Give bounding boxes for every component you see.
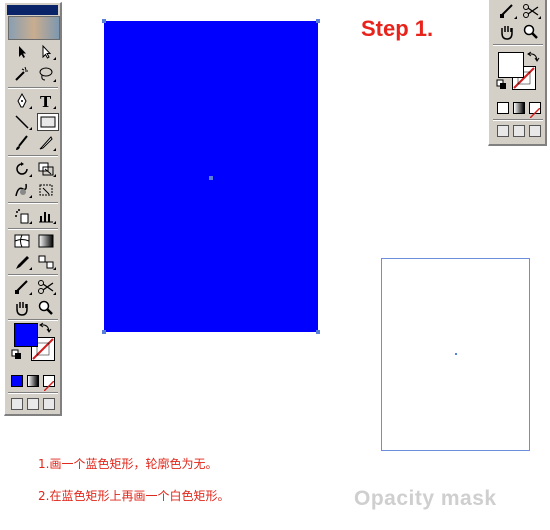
- zoom-icon[interactable]: [35, 299, 57, 317]
- selection-handle[interactable]: [102, 330, 106, 334]
- hand-icon[interactable]: [496, 23, 518, 41]
- swap-arrow-icon[interactable]: [527, 51, 541, 63]
- divider: [8, 274, 58, 276]
- warp-icon[interactable]: [11, 181, 33, 199]
- fill-swatch[interactable]: [498, 52, 524, 78]
- gradient-mode-button[interactable]: [513, 102, 525, 114]
- pen-icon[interactable]: [11, 92, 33, 110]
- standard-screen-mode-button[interactable]: [497, 125, 509, 137]
- rectangle-tool[interactable]: [37, 113, 59, 131]
- line-icon[interactable]: [11, 113, 33, 131]
- full-screen-mode-button[interactable]: [529, 125, 541, 137]
- slice-icon[interactable]: [496, 2, 518, 20]
- scissors-icon[interactable]: [35, 278, 57, 296]
- direct-selection-tool[interactable]: [35, 43, 57, 61]
- default-colors-icon[interactable]: [496, 79, 508, 91]
- none-mode-button[interactable]: [529, 102, 541, 119]
- full-screen-menu-mode-button[interactable]: [513, 125, 525, 137]
- blend-icon[interactable]: [35, 253, 57, 271]
- eyedropper-icon[interactable]: [11, 253, 33, 271]
- divider: [493, 44, 543, 46]
- tools-panel-floating: [488, 0, 547, 146]
- full-screen-menu-mode-button[interactable]: [27, 398, 39, 410]
- column-graph-icon[interactable]: [35, 207, 57, 225]
- center-point: [209, 176, 213, 180]
- free-transform-icon[interactable]: [35, 181, 57, 199]
- mesh-icon[interactable]: [11, 232, 33, 250]
- default-colors-icon[interactable]: [11, 349, 23, 361]
- none-mode-button[interactable]: [43, 375, 55, 392]
- selection-handle[interactable]: [102, 19, 106, 23]
- selection-tool[interactable]: [11, 43, 33, 61]
- tools-panel: T: [4, 2, 62, 416]
- none-slash-icon: [43, 380, 55, 392]
- divider: [8, 155, 58, 157]
- app-logo[interactable]: [8, 16, 60, 40]
- watermark-text: Opacity mask: [354, 487, 497, 510]
- lasso-icon[interactable]: [35, 65, 57, 83]
- divider: [8, 87, 58, 89]
- scale-icon[interactable]: [35, 160, 57, 178]
- selection-handle[interactable]: [316, 330, 320, 334]
- magic-wand-icon[interactable]: [11, 65, 33, 83]
- none-slash-icon: [529, 107, 541, 119]
- divider: [8, 392, 58, 394]
- color-mode-button[interactable]: [11, 375, 23, 387]
- color-mode-button[interactable]: [497, 102, 509, 114]
- center-point: [455, 353, 457, 355]
- instruction-line-2: 2.在蓝色矩形上再画一个白色矩形。: [38, 489, 230, 503]
- instruction-line-1: 1.画一个蓝色矩形，轮廓色为无。: [38, 457, 218, 471]
- fill-swatch[interactable]: [14, 323, 38, 347]
- tools-panel-titlebar[interactable]: [7, 5, 58, 15]
- divider: [8, 228, 58, 230]
- paintbrush-icon[interactable]: [11, 134, 33, 152]
- step-title: Step 1.: [361, 16, 434, 41]
- rotate-icon[interactable]: [11, 160, 33, 178]
- standard-screen-mode-button[interactable]: [11, 398, 23, 410]
- scissors-icon[interactable]: [520, 2, 542, 20]
- zoom-icon[interactable]: [520, 23, 542, 41]
- divider: [493, 119, 543, 121]
- type-icon[interactable]: T: [35, 92, 57, 110]
- svg-text:T: T: [40, 93, 52, 109]
- swap-arrow-icon[interactable]: [39, 322, 53, 334]
- divider: [8, 202, 58, 204]
- pencil-icon[interactable]: [35, 134, 57, 152]
- hand-icon[interactable]: [11, 299, 33, 317]
- gradient-mode-button[interactable]: [27, 375, 39, 387]
- slice-icon[interactable]: [11, 278, 33, 296]
- gradient-icon[interactable]: [35, 232, 57, 250]
- full-screen-mode-button[interactable]: [43, 398, 55, 410]
- divider: [8, 319, 58, 321]
- selection-handle[interactable]: [316, 19, 320, 23]
- symbol-sprayer-icon[interactable]: [11, 207, 33, 225]
